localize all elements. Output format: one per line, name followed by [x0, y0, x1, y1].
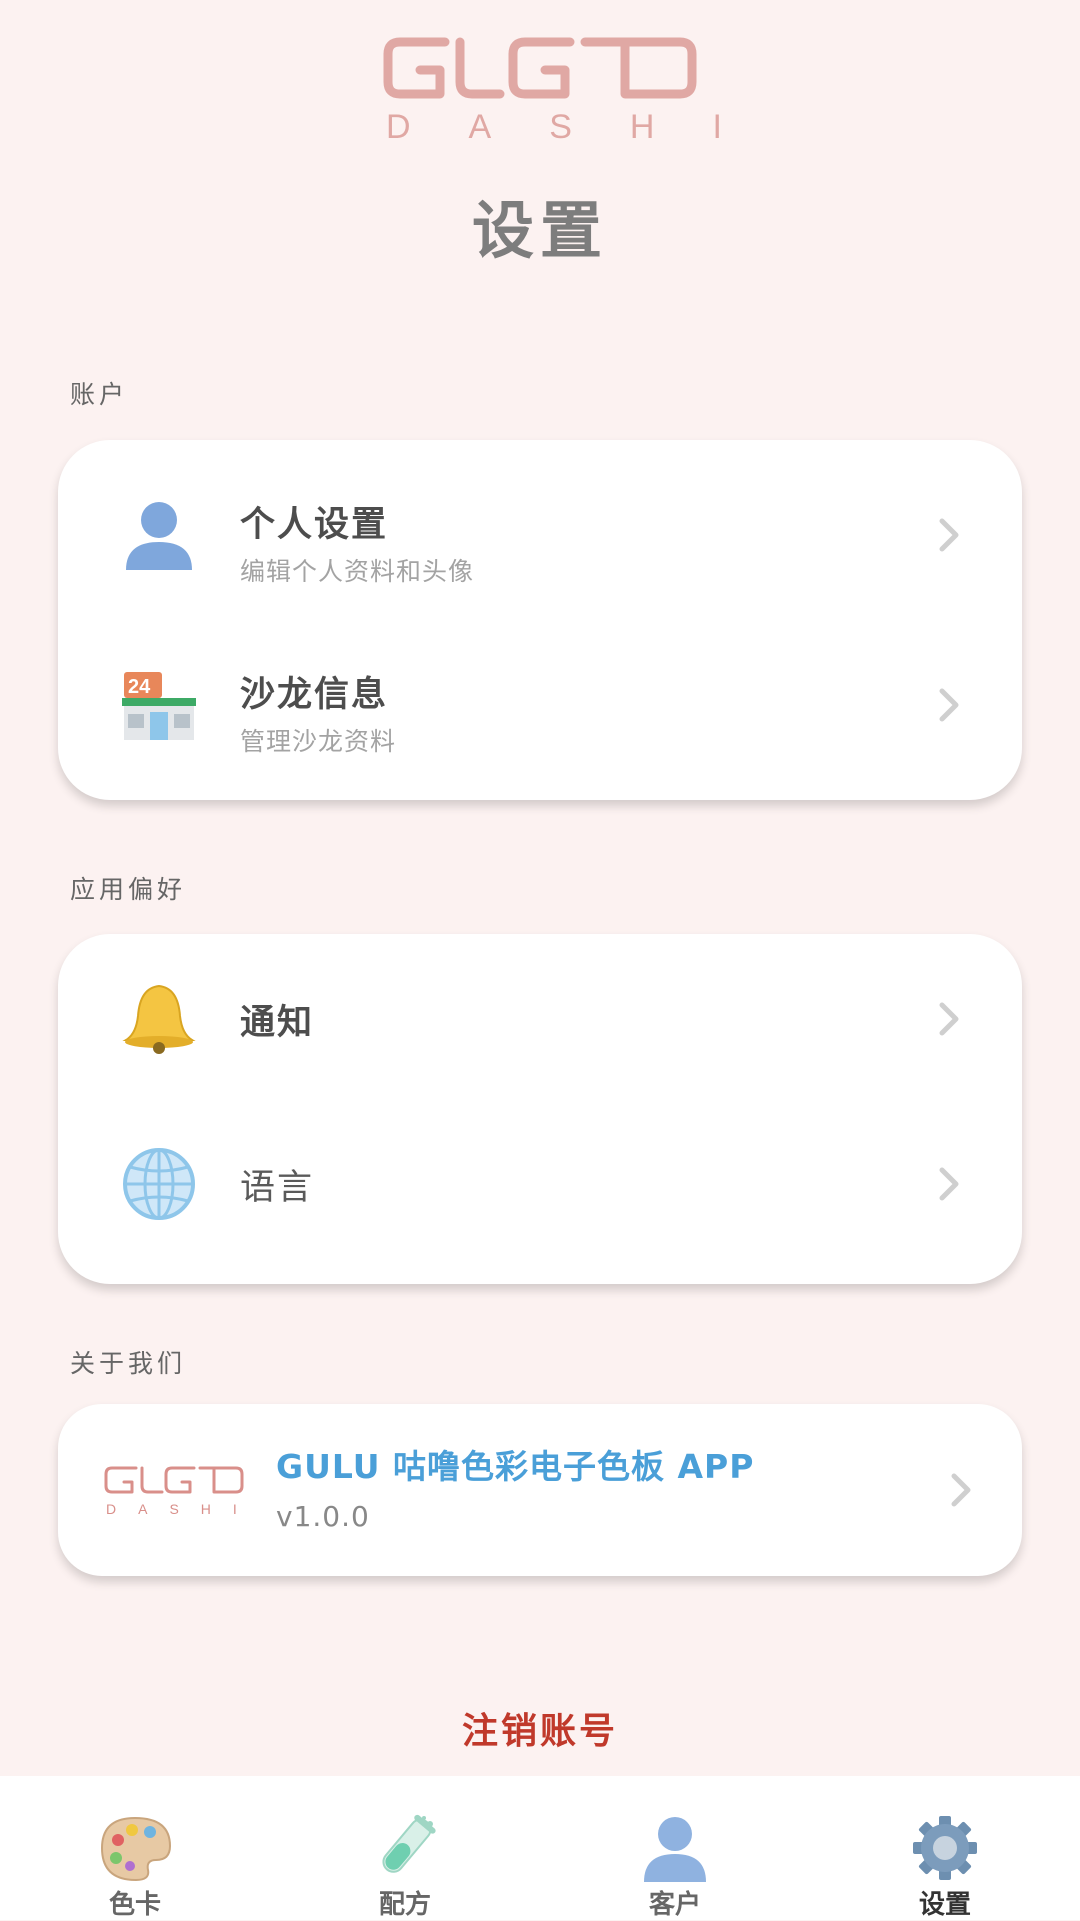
preferences-card: 通知 语言	[58, 934, 1022, 1284]
tab-color-card[interactable]: 色卡	[0, 1776, 270, 1920]
tab-customers[interactable]: 客户	[540, 1776, 810, 1920]
svg-text:24: 24	[128, 676, 151, 698]
section-label-about: 关于我们	[70, 1349, 187, 1378]
tab-label: 色卡	[108, 1890, 161, 1920]
salon-info-subtitle: 管理沙龙资料	[240, 727, 397, 756]
globe-icon	[123, 1148, 195, 1220]
about-app-title: GULU 咕噜色彩电子色板 APP	[276, 1447, 755, 1486]
logout-button[interactable]: 注销账号	[0, 1702, 1080, 1754]
svg-text:DASHI: DASHI	[386, 108, 780, 145]
gulu-dashi-logo: DASHI	[383, 37, 780, 145]
person-icon	[644, 1817, 706, 1882]
gear-icon	[913, 1816, 977, 1880]
section-label-preferences: 应用偏好	[70, 875, 187, 904]
tab-formula[interactable]: 配方	[270, 1776, 540, 1920]
chevron-right-icon	[939, 518, 959, 552]
notification-row[interactable]: 通知	[58, 934, 1022, 1104]
salon-info-row[interactable]: 24 沙龙信息 管理沙龙资料	[58, 620, 1022, 790]
language-title: 语言	[240, 1168, 315, 1208]
tab-label: 配方	[378, 1890, 431, 1920]
bell-icon	[122, 984, 196, 1054]
person-icon	[126, 502, 192, 570]
app-version: v1.0.0	[276, 1500, 370, 1533]
chevron-right-icon	[939, 1002, 959, 1036]
page-title: 设置	[471, 194, 608, 267]
gulu-logo-icon: DASHI	[104, 1466, 246, 1517]
personal-settings-row[interactable]: 个人设置 编辑个人资料和头像	[58, 450, 1022, 620]
about-card: DASHI GULU 咕噜色彩电子色板 APP v1.0.0	[58, 1404, 1022, 1576]
store-24-icon: 24	[122, 672, 196, 740]
tab-label: 设置	[918, 1890, 971, 1920]
tab-label: 客户	[648, 1890, 701, 1920]
chevron-right-icon	[951, 1473, 971, 1507]
test-tube-icon	[382, 1814, 436, 1873]
language-row[interactable]: 语言	[58, 1099, 1022, 1269]
personal-settings-title: 个人设置	[240, 505, 389, 545]
about-app-row[interactable]: DASHI GULU 咕噜色彩电子色板 APP v1.0.0	[58, 1404, 1022, 1576]
chevron-right-icon	[939, 1167, 959, 1201]
tab-settings[interactable]: 设置	[810, 1776, 1080, 1920]
notification-title: 通知	[240, 1003, 315, 1043]
section-label-account: 账户	[70, 380, 129, 409]
chevron-right-icon	[939, 688, 959, 722]
personal-settings-subtitle: 编辑个人资料和头像	[240, 557, 475, 586]
salon-info-title: 沙龙信息	[240, 675, 389, 715]
account-card: 个人设置 编辑个人资料和头像 24 沙龙信息 管理沙龙资料	[58, 440, 1022, 800]
palette-icon	[100, 1816, 172, 1882]
svg-text:DASHI: DASHI	[106, 1501, 246, 1517]
bottom-tab-bar: 色卡 配方 客户 设置	[0, 1776, 1080, 1920]
